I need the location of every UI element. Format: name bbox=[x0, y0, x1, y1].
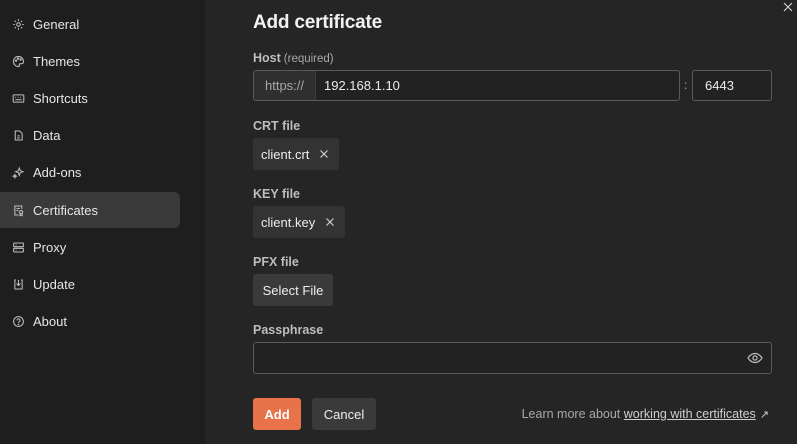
sidebar-item-label: Update bbox=[33, 276, 75, 292]
add-button[interactable]: Add bbox=[253, 398, 301, 430]
keyboard-icon bbox=[12, 92, 25, 105]
sparkle-icon bbox=[12, 165, 25, 179]
select-file-button[interactable]: Select File bbox=[253, 274, 333, 306]
external-link-icon: ↗ bbox=[759, 409, 769, 421]
sidebar-item-add-ons[interactable]: Add-ons bbox=[0, 154, 180, 190]
crt-file-chip: client.crt bbox=[253, 138, 340, 170]
sidebar-item-label: Certificates bbox=[33, 202, 99, 218]
settings-sidebar: General Themes Shortcuts Data Add-ons Ce… bbox=[0, 0, 205, 444]
sidebar-item-label: Themes bbox=[33, 53, 80, 69]
sidebar-item-about[interactable]: About bbox=[0, 303, 180, 339]
database-icon bbox=[12, 129, 25, 142]
proxy-icon bbox=[12, 241, 25, 254]
host-required-hint: (required) bbox=[283, 53, 334, 65]
certificate-icon bbox=[12, 204, 25, 217]
sidebar-item-proxy[interactable]: Proxy bbox=[0, 229, 180, 265]
port-input[interactable] bbox=[692, 70, 772, 101]
cancel-button[interactable]: Cancel bbox=[312, 398, 376, 430]
gear-icon bbox=[12, 18, 25, 31]
sidebar-item-general[interactable]: General bbox=[0, 6, 180, 42]
host-protocol-prefix: https:// bbox=[254, 71, 316, 100]
host-input[interactable] bbox=[316, 71, 679, 100]
key-file-label: KEY file bbox=[253, 187, 301, 201]
crt-file-label: CRT file bbox=[253, 119, 301, 133]
certificate-form: Add certificate Host (required) https:// … bbox=[205, 0, 797, 444]
sidebar-item-data[interactable]: Data bbox=[0, 117, 180, 153]
sidebar-item-label: About bbox=[33, 313, 67, 329]
download-icon bbox=[12, 278, 25, 291]
key-file-chip: client.key bbox=[253, 206, 346, 238]
host-field: https:// bbox=[253, 70, 680, 101]
sidebar-item-label: General bbox=[33, 16, 80, 32]
passphrase-label: Passphrase bbox=[253, 323, 324, 337]
close-icon[interactable] bbox=[781, 0, 795, 14]
sidebar-item-label: Add-ons bbox=[33, 164, 82, 180]
sidebar-item-update[interactable]: Update bbox=[0, 266, 180, 302]
crt-file-name: client.crt bbox=[261, 146, 310, 162]
palette-icon bbox=[12, 55, 25, 68]
host-label: Host (required) bbox=[253, 51, 334, 65]
eye-icon[interactable] bbox=[747, 351, 763, 365]
sidebar-item-shortcuts[interactable]: Shortcuts bbox=[0, 80, 180, 116]
info-icon bbox=[12, 315, 25, 328]
sidebar-item-label: Proxy bbox=[33, 239, 67, 255]
pfx-file-label: PFX file bbox=[253, 255, 299, 269]
key-file-name: client.key bbox=[261, 214, 316, 230]
page-title: Add certificate bbox=[253, 12, 382, 33]
learn-more-text: Learn more about working with certificat… bbox=[521, 407, 769, 421]
remove-key-icon[interactable] bbox=[325, 217, 335, 227]
sidebar-item-certificates[interactable]: Certificates bbox=[0, 192, 180, 228]
port-separator: : bbox=[684, 78, 688, 92]
remove-crt-icon[interactable] bbox=[319, 149, 329, 159]
passphrase-input[interactable] bbox=[253, 342, 772, 374]
sidebar-item-label: Shortcuts bbox=[33, 90, 88, 106]
sidebar-item-themes[interactable]: Themes bbox=[0, 43, 180, 79]
working-with-certificates-link[interactable]: working with certificates bbox=[624, 407, 756, 421]
sidebar-item-label: Data bbox=[33, 127, 61, 143]
